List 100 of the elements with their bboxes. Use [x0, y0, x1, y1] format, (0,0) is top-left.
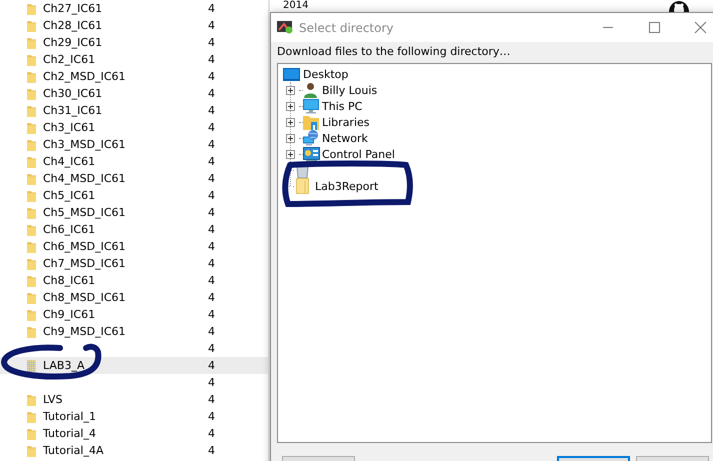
- file-row[interactable]: Ch8_MSD_IC61 4: [0, 289, 268, 306]
- file-name: Ch27_IC61: [43, 2, 104, 15]
- file-row[interactable]: Tutorial_4 4: [0, 425, 268, 442]
- file-row[interactable]: Ch31_IC61 4: [0, 102, 268, 119]
- file-name: Ch6_IC61: [43, 223, 96, 236]
- file-row[interactable]: LAB3_A 4: [0, 357, 268, 374]
- file-name: Ch2_IC61: [43, 53, 96, 66]
- file-row[interactable]: Ch3_MSD_IC61 4: [0, 136, 268, 153]
- file-row[interactable]: Ch6_IC61 4: [0, 221, 268, 238]
- file-row[interactable]: 4: [0, 340, 268, 357]
- expand-icon[interactable]: [286, 102, 295, 110]
- folder-icon: [27, 20, 36, 32]
- file-row[interactable]: Ch5_IC61 4: [0, 187, 268, 204]
- folder-icon: [27, 326, 36, 338]
- folder-icon: [27, 274, 36, 286]
- file-row[interactable]: Ch29_IC61 4: [0, 34, 268, 51]
- expand-icon[interactable]: [286, 150, 295, 158]
- file-name: Ch30_IC61: [43, 87, 104, 100]
- file-row[interactable]: Ch4_IC61 4: [0, 153, 268, 170]
- file-row[interactable]: LVS 4: [0, 391, 268, 408]
- folder-icon: [27, 172, 36, 184]
- item-count: 4: [208, 223, 215, 236]
- file-name: LVS: [43, 393, 64, 406]
- library-folder-icon: [303, 114, 319, 130]
- tree-item[interactable]: This PC: [322, 100, 362, 112]
- file-name: LAB3_A: [43, 359, 86, 372]
- item-count: 4: [208, 393, 215, 406]
- file-name: Ch28_IC61: [43, 19, 104, 32]
- item-count: 4: [208, 87, 215, 100]
- file-row[interactable]: Ch28_IC61 4: [0, 17, 268, 34]
- item-count: 4: [208, 291, 215, 304]
- file-name: Ch9_IC61: [43, 308, 96, 321]
- item-count: 4: [208, 36, 215, 49]
- folder-icon: [27, 70, 36, 82]
- monitor-icon: [283, 68, 300, 80]
- item-count: 4: [208, 376, 215, 389]
- file-name: Ch9_MSD_IC61: [43, 325, 127, 338]
- file-name: Ch4_IC61: [43, 155, 96, 168]
- file-row[interactable]: Ch27_IC61 4: [0, 0, 268, 17]
- globe-monitor-icon: [303, 130, 319, 146]
- file-row[interactable]: Ch2_MSD_IC61 4: [0, 68, 268, 85]
- file-row[interactable]: Ch9_MSD_IC61 4: [0, 323, 268, 340]
- dialog-prompt: Download files to the following directory…: [276, 44, 512, 60]
- file-row[interactable]: Ch9_IC61 4: [0, 306, 268, 323]
- file-name: Ch7_MSD_IC61: [43, 257, 127, 270]
- folder-icon: [27, 122, 36, 134]
- folder-icon: [27, 88, 36, 100]
- folder-icon: [27, 206, 36, 218]
- folder-icon: [27, 444, 36, 456]
- item-count: 4: [208, 53, 215, 66]
- tree-item[interactable]: Control Panel: [322, 148, 395, 160]
- folder-icon: [27, 428, 36, 440]
- file-row[interactable]: Ch5_MSD_IC61 4: [0, 204, 268, 221]
- folder-icon: [27, 156, 36, 168]
- folder-icon: [27, 2, 36, 14]
- item-count: 4: [208, 206, 215, 219]
- tree-item[interactable]: Lab3Report: [315, 180, 378, 192]
- file-name: Tutorial_4A: [43, 444, 104, 457]
- expand-icon[interactable]: [286, 134, 295, 142]
- folder-icon: [27, 240, 36, 252]
- folder-icon: [27, 360, 36, 372]
- folder-icon: [27, 138, 36, 150]
- expand-icon[interactable]: [286, 118, 295, 126]
- file-row[interactable]: Ch7_MSD_IC61 4: [0, 255, 268, 272]
- item-count: 4: [208, 444, 215, 457]
- item-count: 4: [208, 138, 215, 151]
- file-name: Ch5_MSD_IC61: [43, 206, 127, 219]
- file-name: Ch5_IC61: [43, 189, 96, 202]
- folder-icon: [27, 104, 36, 116]
- folder-icon: [27, 410, 36, 422]
- file-name: Ch2_MSD_IC61: [43, 70, 127, 83]
- file-row[interactable]: Tutorial_1 4: [0, 408, 268, 425]
- tree-item[interactable]: Network: [322, 132, 368, 144]
- file-row[interactable]: Ch3_IC61 4: [0, 119, 268, 136]
- folder-icon: [27, 394, 36, 406]
- file-row[interactable]: Ch6_MSD_IC61 4: [0, 238, 268, 255]
- file-name: Ch8_MSD_IC61: [43, 291, 127, 304]
- file-row[interactable]: Ch2_IC61 4: [0, 51, 268, 68]
- item-count: 4: [208, 104, 215, 117]
- folder-icon: [27, 36, 36, 48]
- item-count: 4: [208, 240, 215, 253]
- folder-icon: [296, 178, 309, 194]
- file-row[interactable]: Ch8_IC61 4: [0, 272, 268, 289]
- file-row[interactable]: Ch4_MSD_IC61 4: [0, 170, 268, 187]
- file-row[interactable]: Ch30_IC61 4: [0, 85, 268, 102]
- item-count: 4: [208, 189, 215, 202]
- tree-item[interactable]: Billy Louis: [322, 84, 378, 96]
- item-count: 4: [208, 257, 215, 270]
- file-row[interactable]: 4: [0, 374, 268, 391]
- file-name: Ch8_IC61: [43, 274, 96, 287]
- item-count: 4: [208, 19, 215, 32]
- item-count: 4: [208, 410, 215, 423]
- tree-item[interactable]: Desktop: [303, 68, 348, 80]
- expand-icon[interactable]: [286, 86, 295, 94]
- item-count: 4: [208, 427, 215, 440]
- file-row[interactable]: Tutorial_4A 4: [0, 442, 268, 459]
- tree-item[interactable]: Libraries: [322, 116, 370, 128]
- folder-icon: [27, 54, 36, 66]
- file-name: Ch3_IC61: [43, 121, 96, 134]
- item-count: 4: [208, 342, 215, 355]
